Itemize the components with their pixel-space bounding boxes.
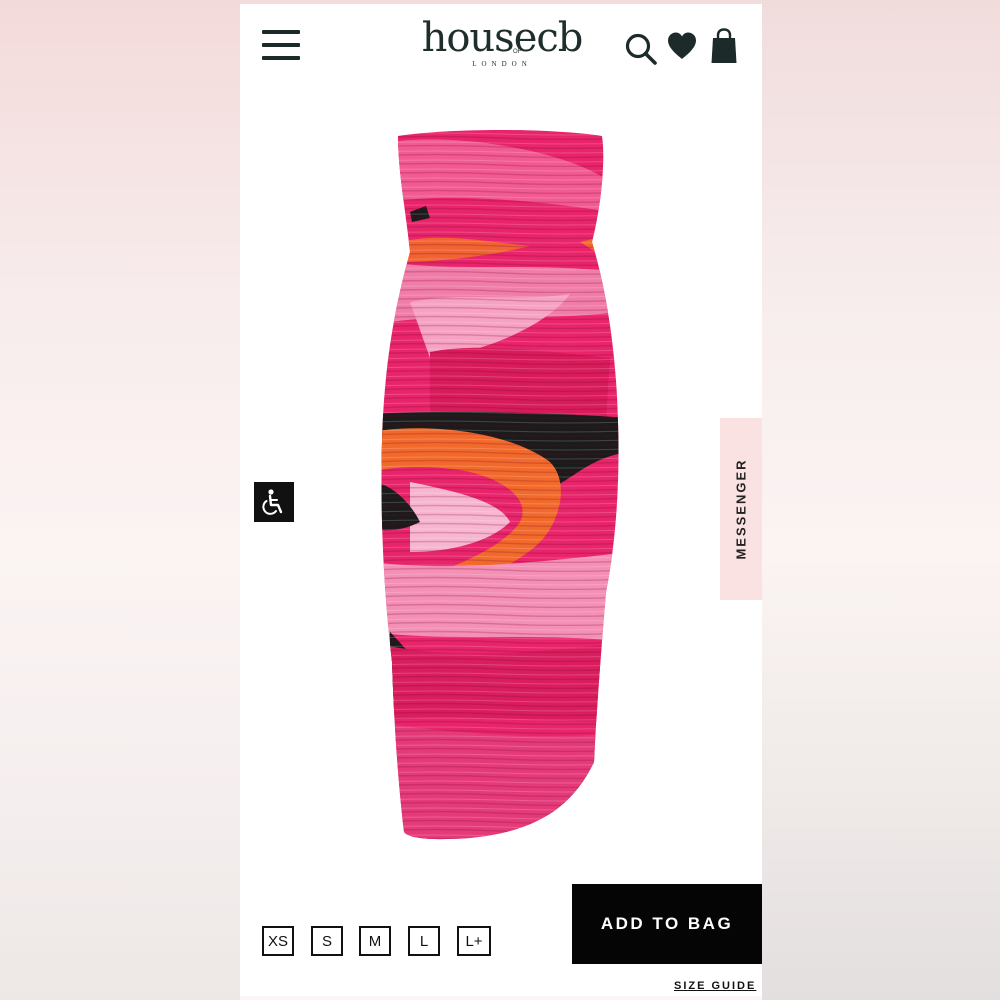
bag-icon[interactable] [710,28,738,64]
search-icon[interactable] [624,32,658,66]
messenger-label: MESSENGER [733,458,749,560]
size-option-l-plus[interactable]: L+ [457,926,491,956]
brand-of-mark: OF [513,49,522,55]
background-right [762,0,1000,1000]
product-image[interactable] [370,122,630,852]
background-left [0,0,240,1000]
mobile-page: house OF cb LONDON MESSENGER XS S M L L+… [240,4,762,996]
menu-icon[interactable] [262,28,300,62]
size-option-s[interactable]: S [311,926,343,956]
size-option-m[interactable]: M [359,926,391,956]
messenger-tab[interactable]: MESSENGER [720,418,762,600]
accessibility-button[interactable] [254,482,294,522]
brand-logo[interactable]: house OF cb LONDON [412,14,592,76]
size-option-xs[interactable]: XS [262,926,294,956]
add-to-bag-button[interactable]: ADD TO BAG [572,884,762,964]
wheelchair-icon [262,489,283,515]
size-guide-link[interactable]: SIZE GUIDE [674,980,756,992]
size-option-l[interactable]: L [408,926,440,956]
brand-wordmark: house OF cb [412,14,592,62]
heart-icon[interactable] [666,30,698,62]
